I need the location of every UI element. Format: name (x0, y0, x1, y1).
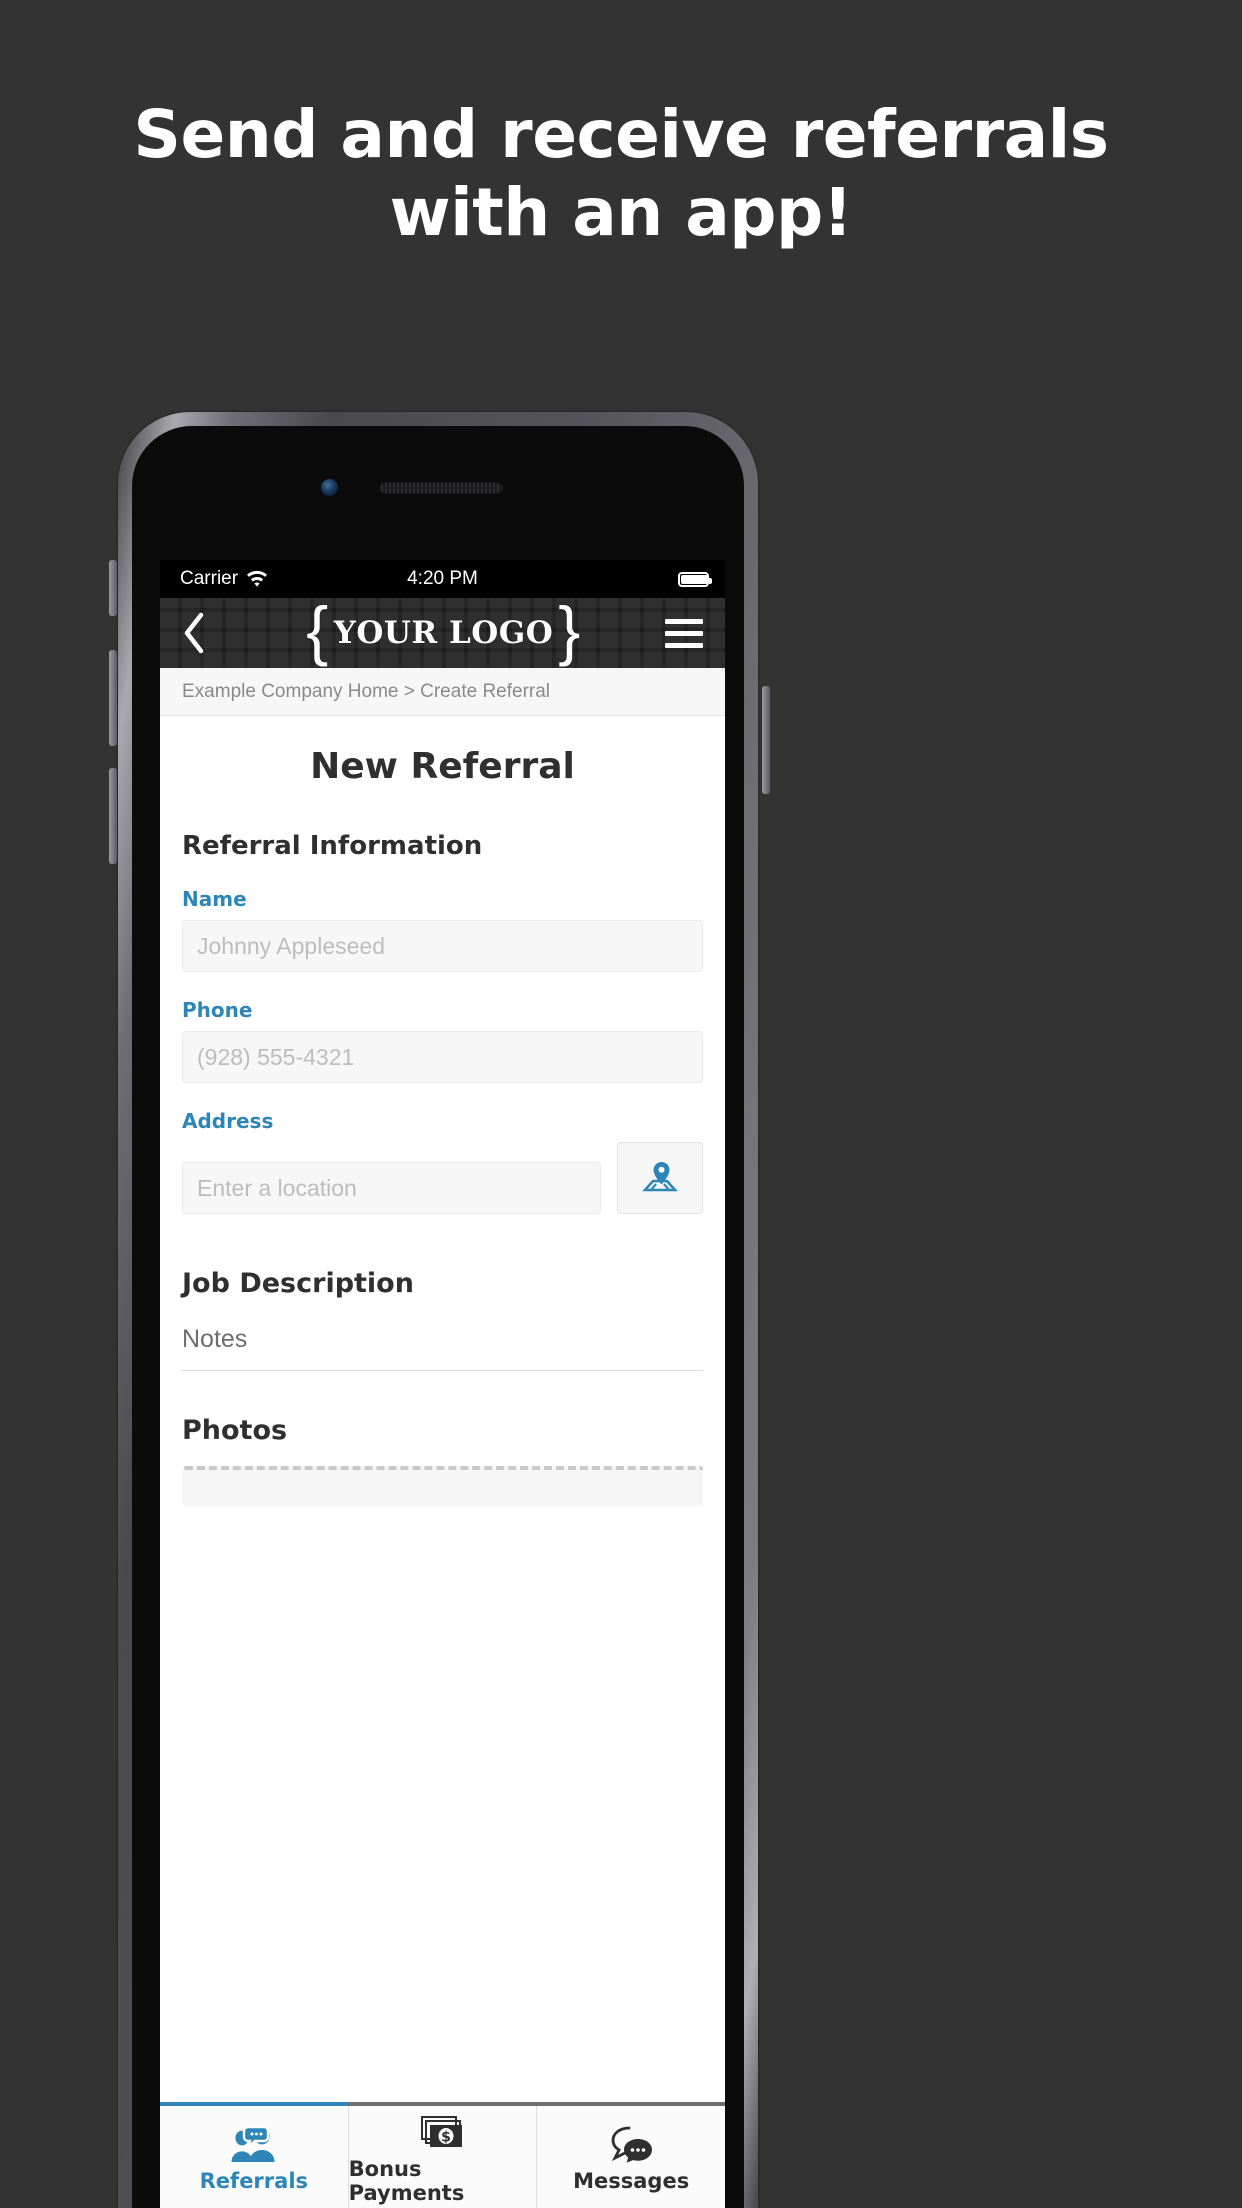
volume-down-button[interactable] (109, 768, 117, 864)
name-input[interactable]: Johnny Appleseed (182, 920, 703, 972)
status-bar-right (678, 571, 712, 587)
map-pin-icon[interactable] (617, 1142, 703, 1214)
app-screen: Carrier 4:20 PM { YOUR LOGO} Example Co… (160, 560, 725, 2208)
chevron-left-icon[interactable] (182, 611, 222, 655)
hamburger-menu-icon[interactable] (664, 618, 703, 648)
field-address: Address Enter a location (182, 1109, 703, 1214)
status-bar-left: Carrier (180, 568, 269, 590)
app-navbar: { YOUR LOGO } (160, 598, 725, 668)
field-label-phone: Phone (182, 998, 253, 1022)
form-content: New Referral Referral Information Name J… (160, 716, 725, 1506)
tab-label-messages: Messages (573, 2169, 690, 2193)
app-logo: { YOUR LOGO } (306, 593, 581, 668)
headline-line-1: Send and receive referrals (133, 96, 1109, 173)
section-heading-photos: Photos (182, 1415, 288, 1446)
breadcrumb[interactable]: Example Company Home > Create Referral (160, 668, 725, 716)
field-label-name: Name (182, 887, 247, 911)
two-people-chat-icon (228, 2121, 280, 2165)
headline-line-2: with an app! (389, 174, 853, 251)
address-input[interactable]: Enter a location (182, 1162, 601, 1214)
money-stack-icon: $ (418, 2109, 468, 2153)
field-label-address: Address (182, 1109, 274, 1133)
earpiece-speaker (379, 482, 503, 494)
bottom-tab-bar: Referrals $ Bonus Payments Messages (160, 2102, 725, 2208)
logo-left-brace: { (306, 593, 329, 668)
logo-text: YOUR LOGO (333, 614, 554, 651)
volume-up-button[interactable] (109, 650, 117, 746)
phone-input[interactable]: (928) 555-4321 (182, 1031, 703, 1083)
breadcrumb-text: Example Company Home > Create Referral (182, 680, 551, 702)
marketing-headline: Send and receive referrals with an app! (0, 96, 1242, 252)
tab-label-bonus-payments: Bonus Payments (348, 2157, 465, 2205)
status-bar: Carrier 4:20 PM (160, 560, 725, 598)
field-phone: Phone (928) 555-4321 (182, 998, 703, 1083)
carrier-label: Carrier (180, 568, 239, 589)
front-camera-icon (321, 479, 338, 496)
field-name: Name Johnny Appleseed (182, 887, 703, 972)
tab-bonus-payments[interactable]: $ Bonus Payments (348, 2106, 538, 2208)
marketing-screenshot: Send and receive referrals with an app! … (0, 0, 1242, 2208)
section-heading-referral-information: Referral Information (182, 831, 483, 861)
mute-switch[interactable] (109, 560, 117, 616)
tab-label-referrals: Referrals (199, 2169, 309, 2193)
photo-upload-dropzone[interactable] (182, 1466, 703, 1506)
page-title: New Referral (310, 746, 575, 787)
svg-text:$: $ (441, 2130, 451, 2146)
address-row: Enter a location (182, 1142, 703, 1214)
wifi-icon (245, 570, 269, 588)
section-heading-job-description: Job Description (182, 1268, 414, 1299)
power-button[interactable] (762, 686, 770, 794)
notes-input[interactable]: Notes (182, 1325, 703, 1371)
tab-messages[interactable]: Messages (537, 2106, 725, 2208)
tab-referrals[interactable]: Referrals (160, 2102, 349, 2208)
chat-bubbles-icon (607, 2121, 655, 2165)
logo-right-brace: } (558, 593, 581, 668)
battery-full-icon (678, 571, 712, 587)
